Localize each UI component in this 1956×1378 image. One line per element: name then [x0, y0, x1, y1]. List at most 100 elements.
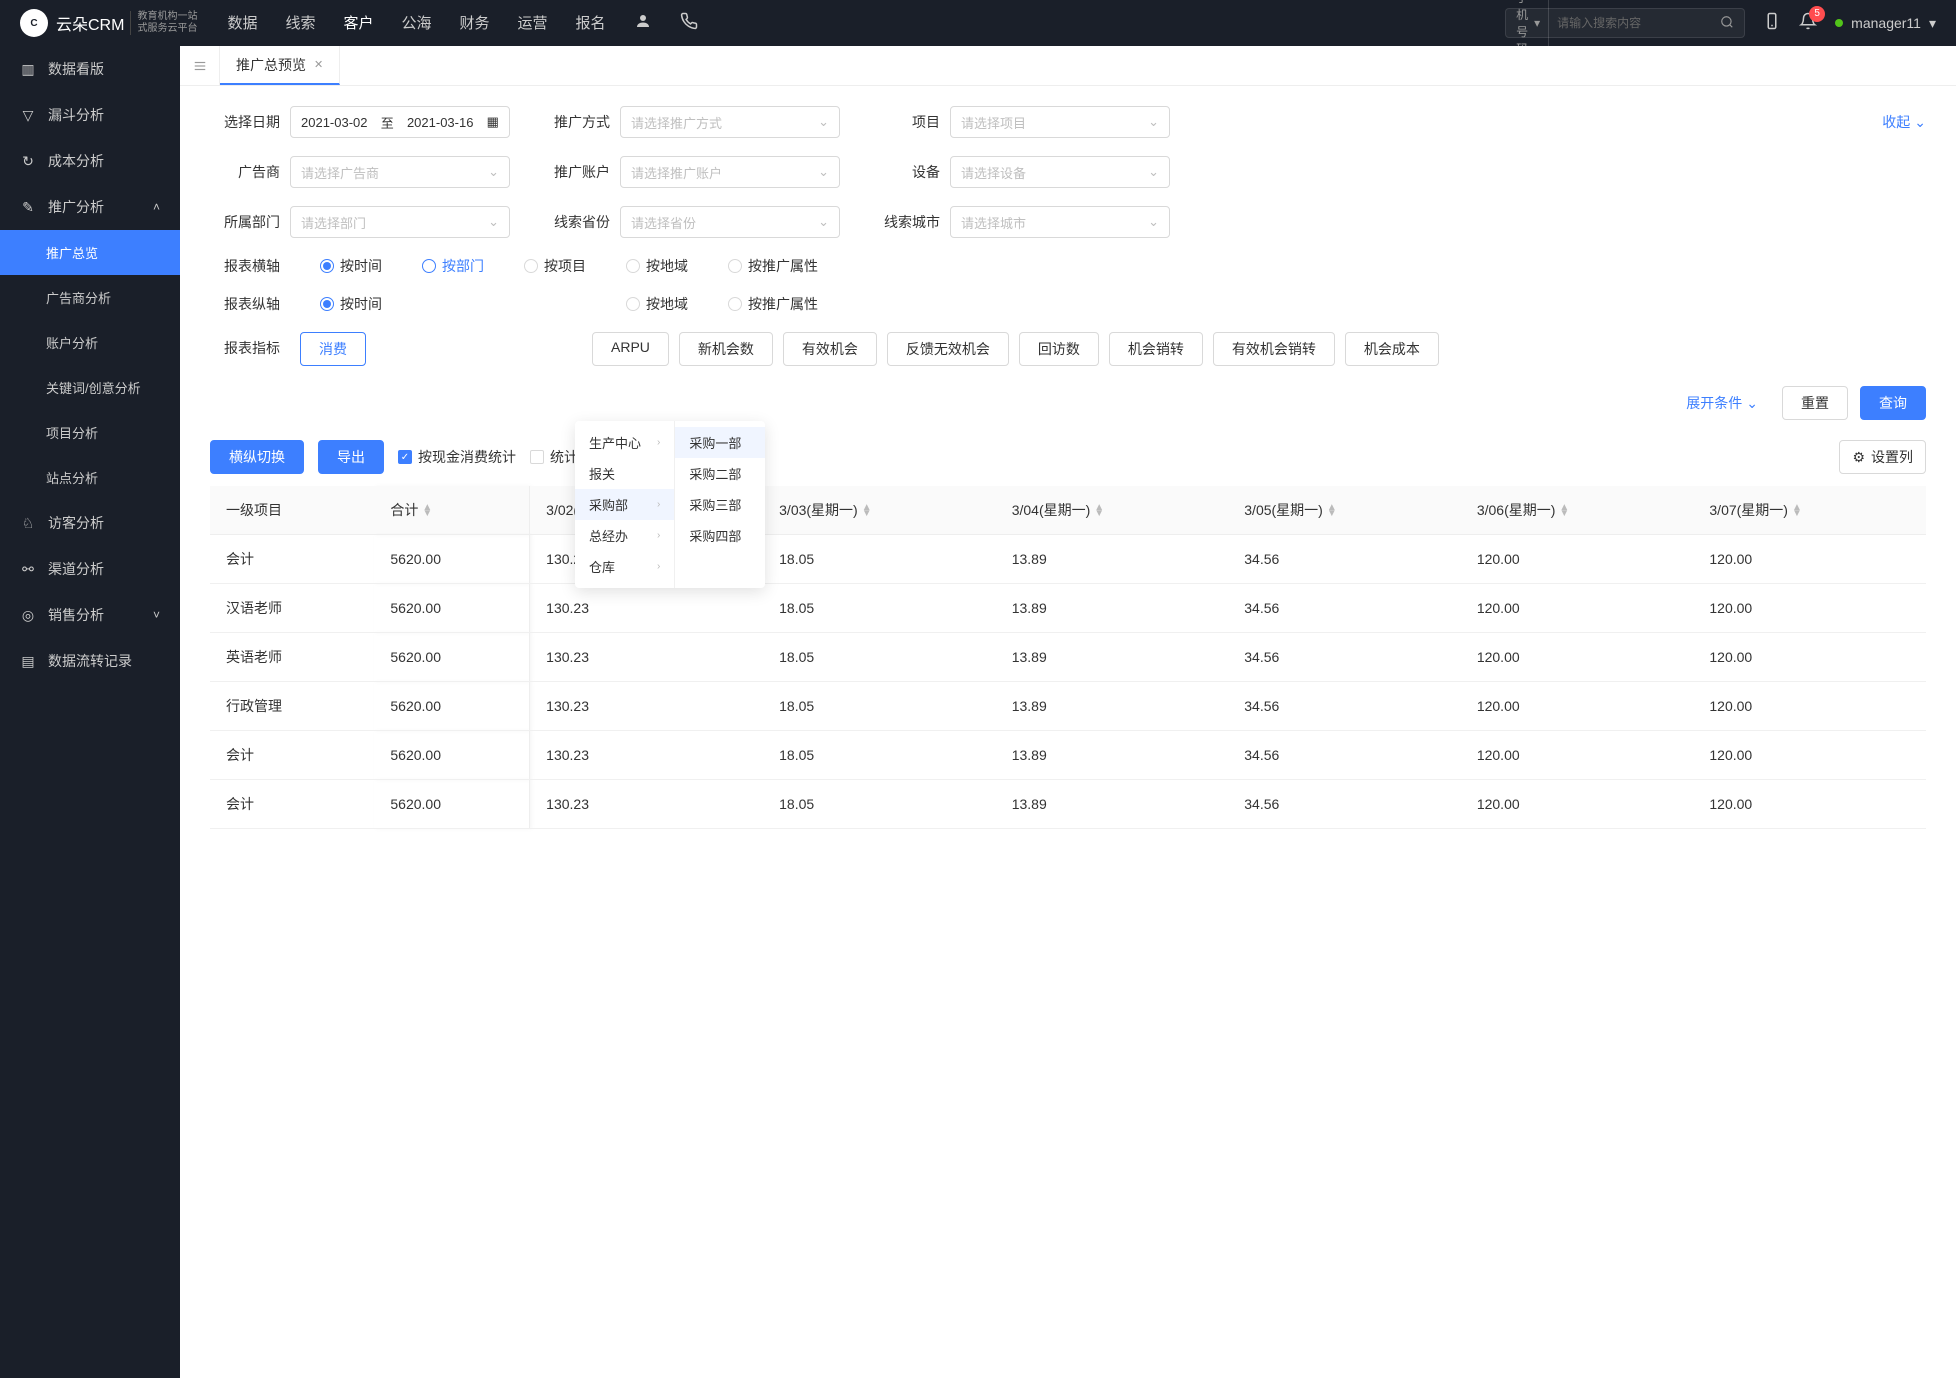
collapse-link[interactable]: 收起 ⌄	[1882, 112, 1926, 132]
col-name[interactable]: 一级项目	[210, 486, 374, 535]
sidebar-item-dataflow[interactable]: ▤ 数据流转记录	[0, 638, 180, 684]
cell-d4: 34.56	[1228, 633, 1461, 682]
dept-select[interactable]: 请选择部门⌄	[290, 206, 510, 238]
v-axis-time[interactable]: 按时间	[320, 294, 382, 314]
sort-icon[interactable]: ▲▼	[1559, 505, 1569, 517]
table-row[interactable]: 会计 5620.00 130.2318.0513.8934.56120.0012…	[210, 731, 1926, 780]
sort-icon[interactable]: ▲▼	[1327, 505, 1337, 517]
metric-invalid[interactable]: 反馈无效机会	[887, 332, 1009, 366]
sidebar-item-channel[interactable]: ⚯ 渠道分析	[0, 546, 180, 592]
account-select[interactable]: 请选择推广账户⌄	[620, 156, 840, 188]
device-select[interactable]: 请选择设备⌄	[950, 156, 1170, 188]
cascade-item-p3[interactable]: 采购三部	[675, 489, 765, 520]
expand-filter-link[interactable]: 展开条件 ⌄	[1686, 393, 1758, 413]
nav-public[interactable]: 公海	[402, 12, 432, 34]
nav-data[interactable]: 数据	[227, 12, 257, 34]
sidebar-item-sales[interactable]: ◎ 销售分析 ˅	[0, 592, 180, 638]
bell-icon[interactable]: 5	[1799, 12, 1817, 35]
nav-finance[interactable]: 财务	[460, 12, 490, 34]
cascade-item-gm[interactable]: 总经办›	[575, 520, 674, 551]
tab-overview[interactable]: 推广总预览 ✕	[220, 46, 340, 85]
col-d4[interactable]: 3/05(星期一)▲▼	[1228, 486, 1461, 535]
sort-icon[interactable]: ▲▼	[422, 505, 432, 517]
mobile-icon[interactable]	[1763, 12, 1781, 35]
user-menu[interactable]: manager11 ▾	[1835, 15, 1936, 32]
cascade-item-production[interactable]: 生产中心›	[575, 427, 674, 458]
query-button[interactable]: 查询	[1860, 386, 1926, 420]
date-range-picker[interactable]: 2021-03-02 至 2021-03-16 ▦	[290, 106, 510, 138]
metric-spend[interactable]: 消费	[300, 332, 366, 366]
logo-title: 云朵CRM	[56, 11, 124, 35]
metric-arpu[interactable]: ARPU	[592, 332, 669, 366]
table-row[interactable]: 行政管理 5620.00 130.2318.0513.8934.56120.00…	[210, 682, 1926, 731]
export-button[interactable]: 导出	[318, 440, 384, 474]
cascade-item-p2[interactable]: 采购二部	[675, 458, 765, 489]
sidebar-item-visitor[interactable]: ♘ 访客分析	[0, 500, 180, 546]
v-axis-attr[interactable]: 按推广属性	[728, 294, 818, 314]
switch-axis-button[interactable]: 横纵切换	[210, 440, 304, 474]
col-d6[interactable]: 3/07(星期一)▲▼	[1693, 486, 1926, 535]
sidebar-item-project[interactable]: 项目分析	[0, 410, 180, 455]
menu-toggle[interactable]	[180, 46, 220, 85]
metric-revisit[interactable]: 回访数	[1019, 332, 1099, 366]
province-select[interactable]: 请选择省份⌄	[620, 206, 840, 238]
search-icon[interactable]	[1720, 15, 1734, 32]
city-select[interactable]: 请选择城市⌄	[950, 206, 1170, 238]
cell-d4: 34.56	[1228, 682, 1461, 731]
nav-leads[interactable]: 线索	[285, 12, 315, 34]
sidebar-item-promotion[interactable]: ✎ 推广分析 ˄	[0, 184, 180, 230]
advertiser-select[interactable]: 请选择广告商⌄	[290, 156, 510, 188]
sort-icon[interactable]: ▲▼	[1792, 505, 1802, 517]
method-select[interactable]: 请选择推广方式⌄	[620, 106, 840, 138]
col-total[interactable]: 合计▲▼	[374, 486, 529, 535]
cash-checkbox[interactable]: 按现金消费统计	[398, 447, 516, 467]
sidebar-item-cost[interactable]: ↻ 成本分析	[0, 138, 180, 184]
project-select[interactable]: 请选择项目⌄	[950, 106, 1170, 138]
cell-d2: 18.05	[763, 584, 996, 633]
h-axis-dept[interactable]: 按部门	[422, 256, 484, 276]
cell-d3: 13.89	[996, 633, 1229, 682]
nav-signup[interactable]: 报名	[576, 12, 606, 34]
cascade-item-p1[interactable]: 采购一部	[675, 427, 765, 458]
sort-icon[interactable]: ▲▼	[862, 505, 872, 517]
reset-button[interactable]: 重置	[1782, 386, 1848, 420]
h-axis-attr[interactable]: 按推广属性	[728, 256, 818, 276]
cascade-item-warehouse[interactable]: 仓库›	[575, 551, 674, 582]
sidebar-item-account[interactable]: 账户分析	[0, 320, 180, 365]
user-icon[interactable]	[634, 12, 652, 34]
metric-new-opp[interactable]: 新机会数	[679, 332, 773, 366]
nav-operation[interactable]: 运营	[518, 12, 548, 34]
sidebar-item-advertiser[interactable]: 广告商分析	[0, 275, 180, 320]
cascade-item-p4[interactable]: 采购四部	[675, 520, 765, 551]
v-axis-region[interactable]: 按地域	[626, 294, 688, 314]
sidebar-item-keyword[interactable]: 关键词/创意分析	[0, 365, 180, 410]
close-icon[interactable]: ✕	[314, 58, 323, 71]
sidebar-item-overview[interactable]: 推广总览	[0, 230, 180, 275]
cascade-item-customs[interactable]: 报关	[575, 458, 674, 489]
metric-valid-conv[interactable]: 有效机会销转	[1213, 332, 1335, 366]
table-row[interactable]: 英语老师 5620.00 130.2318.0513.8934.56120.00…	[210, 633, 1926, 682]
metric-opp-cost[interactable]: 机会成本	[1345, 332, 1439, 366]
search-input[interactable]	[1557, 16, 1712, 30]
sidebar-item-site[interactable]: 站点分析	[0, 455, 180, 500]
metric-conv[interactable]: 机会销转	[1109, 332, 1203, 366]
col-d3[interactable]: 3/04(星期一)▲▼	[996, 486, 1229, 535]
columns-settings-button[interactable]: ⚙ 设置列	[1839, 440, 1926, 474]
cascade-item-purchase[interactable]: 采购部›	[575, 489, 674, 520]
sidebar-item-dashboard[interactable]: ▥ 数据看版	[0, 46, 180, 92]
col-d5[interactable]: 3/06(星期一)▲▼	[1461, 486, 1694, 535]
table-row[interactable]: 汉语老师 5620.00 130.2318.0513.8934.56120.00…	[210, 584, 1926, 633]
phone-icon[interactable]	[680, 12, 698, 34]
h-axis-project[interactable]: 按项目	[524, 256, 586, 276]
metric-valid-opp[interactable]: 有效机会	[783, 332, 877, 366]
table-row[interactable]: 会计 5620.00 130.2318.0513.8934.56120.0012…	[210, 535, 1926, 584]
sort-icon[interactable]: ▲▼	[1094, 505, 1104, 517]
table-row[interactable]: 会计 5620.00 130.2318.0513.8934.56120.0012…	[210, 780, 1926, 829]
h-axis-region[interactable]: 按地域	[626, 256, 688, 276]
sidebar-item-label: 成本分析	[48, 151, 104, 171]
h-axis-time[interactable]: 按时间	[320, 256, 382, 276]
logo[interactable]: C 云朵CRM 教育机构一站 式服务云平台	[20, 9, 197, 37]
sidebar-item-funnel[interactable]: ▽ 漏斗分析	[0, 92, 180, 138]
col-d2[interactable]: 3/03(星期一)▲▼	[763, 486, 996, 535]
nav-customer[interactable]: 客户	[343, 12, 373, 34]
